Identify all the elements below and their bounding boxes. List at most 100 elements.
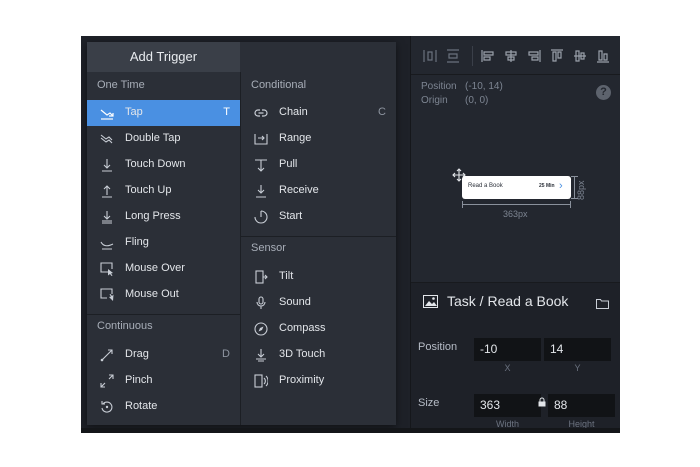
layer-preview-card[interactable]: Read a Book 25 Min › [462, 176, 571, 199]
tilt-icon [254, 270, 268, 284]
width-dimension-tick [570, 201, 571, 208]
pinch-icon [100, 374, 114, 388]
long-press-icon [100, 210, 114, 224]
align-bottom-icon[interactable] [596, 49, 610, 63]
pull-icon [254, 158, 268, 172]
trigger-label: Tap [125, 106, 143, 118]
trigger-mouse-over[interactable]: Mouse Over [87, 256, 240, 282]
trigger-label: 3D Touch [279, 348, 326, 360]
drag-icon [100, 348, 114, 362]
height-input[interactable] [548, 394, 615, 417]
layer-properties: Task / Read a Book Position X Y Size Wid… [411, 282, 620, 429]
lock-icon[interactable] [538, 394, 546, 407]
y-sublabel: Y [574, 363, 581, 373]
position-y-input[interactable] [544, 338, 611, 361]
section-continuous: Continuous [97, 320, 153, 332]
trigger-label: Sound [279, 296, 311, 308]
trigger-compass[interactable]: Compass [241, 316, 396, 342]
width-input[interactable] [474, 394, 541, 417]
tap-icon [100, 106, 114, 120]
trigger-label: Pinch [125, 374, 153, 386]
align-top-icon[interactable] [550, 49, 564, 63]
trigger-pinch[interactable]: Pinch [87, 368, 240, 394]
align-center-horizontal-icon[interactable] [504, 49, 518, 63]
3d-touch-icon [254, 348, 268, 362]
size-label: Size [418, 397, 440, 409]
width-dimension-line [462, 204, 571, 205]
bottom-strip [81, 428, 620, 433]
toolbar-divider [472, 46, 473, 66]
trigger-tilt[interactable]: Tilt [241, 264, 396, 290]
trigger-start[interactable]: Start [241, 204, 396, 230]
section-conditional: Conditional [251, 79, 307, 91]
trigger-label: Mouse Over [125, 262, 185, 274]
fling-icon [100, 236, 114, 250]
image-layer-icon [423, 295, 438, 308]
trigger-label: Mouse Out [125, 288, 179, 300]
trigger-double-tap[interactable]: Double Tap [87, 126, 240, 152]
trigger-proximity[interactable]: Proximity [241, 368, 396, 394]
distribute-horizontal-icon[interactable] [423, 49, 437, 63]
trigger-touch-down[interactable]: Touch Down [87, 152, 240, 178]
trigger-mouse-out[interactable]: Mouse Out [87, 282, 240, 308]
trigger-long-press[interactable]: Long Press [87, 204, 240, 230]
folder-icon[interactable] [596, 296, 609, 309]
trigger-label: Touch Down [125, 158, 186, 170]
trigger-drag[interactable]: Drag D [87, 342, 240, 368]
section-divider [87, 314, 240, 315]
trigger-3d-touch[interactable]: 3D Touch [241, 342, 396, 368]
trigger-receive[interactable]: Receive [241, 178, 396, 204]
shortcut-key: C [378, 106, 386, 118]
height-dimension-tick [571, 176, 578, 177]
align-right-icon[interactable] [527, 49, 541, 63]
trigger-rotate[interactable]: Rotate [87, 394, 240, 420]
mouse-over-icon [100, 262, 114, 276]
width-dimension-tick [462, 201, 463, 208]
trigger-label: Compass [279, 322, 326, 334]
help-icon[interactable]: ? [596, 85, 611, 100]
position-meta-value: (-10, 14) [465, 81, 503, 92]
proximity-icon [254, 374, 268, 388]
add-trigger-button[interactable]: Add Trigger [87, 42, 240, 72]
align-center-vertical-icon[interactable] [573, 49, 587, 63]
chevron-right-icon: › [559, 180, 563, 192]
alignment-toolbar [411, 36, 620, 75]
range-icon [254, 132, 268, 146]
add-trigger-menu: Add Trigger One Time Tap T Double Tap To… [87, 42, 396, 425]
position-x-input[interactable] [474, 338, 541, 361]
rotate-icon [100, 400, 114, 414]
layer-title: Task / Read a Book [447, 293, 569, 309]
trigger-label: Pull [279, 158, 298, 170]
mouse-out-icon [100, 288, 114, 302]
trigger-touch-up[interactable]: Touch Up [87, 178, 240, 204]
trigger-label: Touch Up [125, 184, 172, 196]
trigger-range[interactable]: Range [241, 126, 396, 152]
double-tap-icon [100, 132, 114, 146]
trigger-label: Chain [279, 106, 308, 118]
shortcut-key: D [222, 348, 230, 360]
receive-icon [254, 184, 268, 198]
section-divider [241, 236, 396, 237]
align-left-icon[interactable] [481, 49, 495, 63]
sound-icon [254, 296, 268, 310]
trigger-label: Rotate [125, 400, 158, 412]
card-time: 25 Min [539, 183, 555, 189]
distribute-vertical-icon[interactable] [446, 49, 460, 63]
menu-header-spacer [240, 42, 396, 72]
trigger-chain[interactable]: Chain C [241, 100, 396, 126]
origin-meta-value: (0, 0) [465, 95, 489, 106]
trigger-label: Drag [125, 348, 149, 360]
section-sensor: Sensor [251, 242, 286, 254]
trigger-pull[interactable]: Pull [241, 152, 396, 178]
section-one-time: One Time [97, 79, 145, 91]
trigger-label: Receive [279, 184, 319, 196]
shortcut-key: T [223, 106, 230, 118]
inspector-panel: Position (-10, 14) Origin (0, 0) ? Read … [410, 36, 620, 429]
trigger-label: Proximity [279, 374, 325, 386]
trigger-tap[interactable]: Tap T [87, 100, 240, 126]
position-meta-label: Position [421, 81, 457, 92]
trigger-label: Double Tap [125, 132, 181, 144]
trigger-fling[interactable]: Fling [87, 230, 240, 256]
trigger-sound[interactable]: Sound [241, 290, 396, 316]
touch-down-icon [100, 158, 114, 172]
